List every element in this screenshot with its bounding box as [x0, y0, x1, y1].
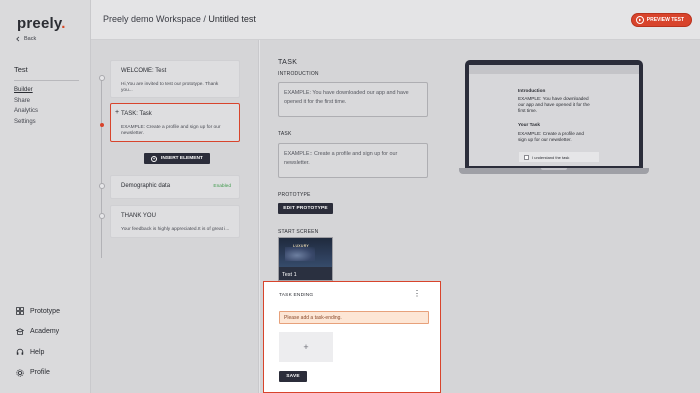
prototype-label: PROTOTYPE	[278, 192, 311, 198]
laptop-screen: Introduction EXAMPLE: You have downloade…	[469, 65, 639, 166]
task-card-title: TASK: Task	[121, 111, 152, 117]
drag-plus-icon[interactable]: +	[115, 109, 119, 116]
timeline-line	[101, 78, 102, 258]
add-task-ending-button[interactable]: +	[279, 332, 333, 362]
thank-you-card-desc: Your feedback is highly appreciated.It i…	[121, 227, 230, 232]
laptop-base	[459, 168, 649, 174]
preview-checkbox-row: I understand the task	[519, 152, 599, 162]
task-ending-panel: TASK ENDING ⋮ Please add a task-ending. …	[263, 281, 441, 393]
preview-test-button[interactable]: PREVIEW TEST	[630, 13, 692, 27]
preely-logo[interactable]: preely.	[17, 15, 66, 32]
nav-academy[interactable]: Academy	[16, 322, 60, 343]
project-title: Test	[14, 65, 28, 74]
preview-checkbox-label: I understand the task	[532, 154, 570, 160]
task-ending-title: TASK ENDING	[279, 293, 314, 298]
timeline-dot	[98, 75, 105, 81]
nav-profile[interactable]: Profile	[16, 363, 60, 384]
breadcrumb-workspace[interactable]: Preely demo Workspace /	[103, 14, 206, 24]
demographic-card[interactable]: Demographic data Enabled	[110, 175, 240, 199]
task-label: TASK	[278, 131, 292, 137]
edit-prototype-button[interactable]: EDIT PROTOTYPE	[278, 203, 333, 214]
nav-prototype[interactable]: Prototype	[16, 301, 60, 322]
start-screen-name: Test 1	[282, 272, 297, 278]
project-nav: Builder Share Analytics Settings	[14, 85, 38, 127]
play-icon	[635, 16, 644, 24]
top-header: Preely demo Workspace / Untitled test PR…	[91, 0, 700, 40]
nav-profile-label: Profile	[30, 369, 50, 377]
task-card-desc: EXAMPLE: Create a profile and sign up fo…	[121, 125, 221, 137]
timeline-dot-active	[99, 123, 104, 127]
academy-icon	[16, 328, 24, 335]
insert-element-label: INSERT ELEMENT	[161, 156, 203, 161]
welcome-card[interactable]: WELCOME: Test Hi,You are invited to test…	[110, 60, 240, 98]
task-textarea[interactable]: EXAMPLE:: Create a profile and sign up f…	[278, 143, 428, 178]
nav-share[interactable]: Share	[14, 96, 38, 107]
intro-textarea[interactable]: EXAMPLE: You have downloaded our app and…	[278, 82, 428, 117]
nav-help[interactable]: Help	[16, 342, 60, 363]
thumbnail-brand: LUXURY	[293, 244, 310, 248]
plus-circle-icon: +	[151, 155, 157, 162]
more-options-icon[interactable]: ⋮	[413, 290, 421, 298]
timeline-dot	[98, 213, 105, 219]
status-badge: Enabled	[213, 184, 231, 189]
chevron-left-icon	[16, 36, 20, 42]
intro-label: INTRODUCTION	[278, 71, 319, 77]
preview-intro-heading: Introduction	[518, 88, 546, 93]
laptop-preview: Introduction EXAMPLE: You have downloade…	[459, 60, 649, 175]
section-title: TASK	[278, 59, 298, 66]
left-sidebar: preely. Back Test Builder Share Analytic…	[0, 0, 91, 393]
thank-you-card-title: THANK YOU	[121, 213, 156, 219]
laptop-notch	[541, 168, 567, 170]
bottom-nav: Prototype Academy Help Profile	[16, 301, 60, 383]
welcome-card-desc: Hi,You are invited to test our prototype…	[121, 82, 219, 94]
thank-you-card[interactable]: THANK YOU Your feedback is highly apprec…	[110, 205, 240, 238]
back-link[interactable]: Back	[15, 36, 36, 42]
profile-gear-icon	[16, 369, 24, 377]
nav-settings[interactable]: Settings	[14, 117, 38, 128]
task-ending-warning: Please add a task-ending.	[279, 311, 429, 324]
breadcrumb-test-name[interactable]: Untitled test	[208, 14, 256, 24]
welcome-card-title: WELCOME: Test	[121, 68, 167, 74]
preview-topbar	[469, 65, 639, 74]
start-screen-label: START SCREEN	[278, 229, 319, 235]
thumbnail-image	[285, 247, 315, 261]
divider	[14, 80, 79, 81]
builder-panel: WELCOME: Test Hi,You are invited to test…	[91, 40, 259, 393]
headset-icon	[16, 349, 24, 356]
nav-academy-label: Academy	[30, 328, 60, 336]
checkbox-icon	[524, 154, 529, 160]
back-label: Back	[24, 36, 37, 42]
nav-analytics[interactable]: Analytics	[14, 106, 38, 117]
preview-test-label: PREVIEW TEST	[646, 17, 684, 23]
task-card[interactable]: + TASK: Task EXAMPLE: Create a profile a…	[110, 103, 240, 142]
insert-element-button[interactable]: + INSERT ELEMENT	[144, 153, 210, 164]
start-screen-thumbnail[interactable]: LUXURY Test 1	[278, 237, 333, 281]
nav-prototype-label: Prototype	[30, 307, 60, 315]
demographic-card-title: Demographic data	[121, 183, 171, 189]
plus-icon: +	[303, 342, 309, 352]
breadcrumb: Preely demo Workspace / Untitled test	[103, 14, 256, 24]
laptop-screen-frame: Introduction EXAMPLE: You have downloade…	[465, 60, 643, 168]
save-button[interactable]: SAVE	[279, 371, 307, 382]
nav-help-label: Help	[30, 348, 45, 356]
preview-intro-text: EXAMPLE: You have downloaded our app and…	[518, 96, 590, 113]
preview-task-text: EXAMPLE: Create a profile and sign up fo…	[518, 131, 584, 142]
preview-task-heading: Your Task	[518, 122, 540, 127]
nav-builder[interactable]: Builder	[14, 85, 38, 96]
grid-icon	[16, 307, 24, 316]
timeline-dot	[98, 183, 105, 189]
